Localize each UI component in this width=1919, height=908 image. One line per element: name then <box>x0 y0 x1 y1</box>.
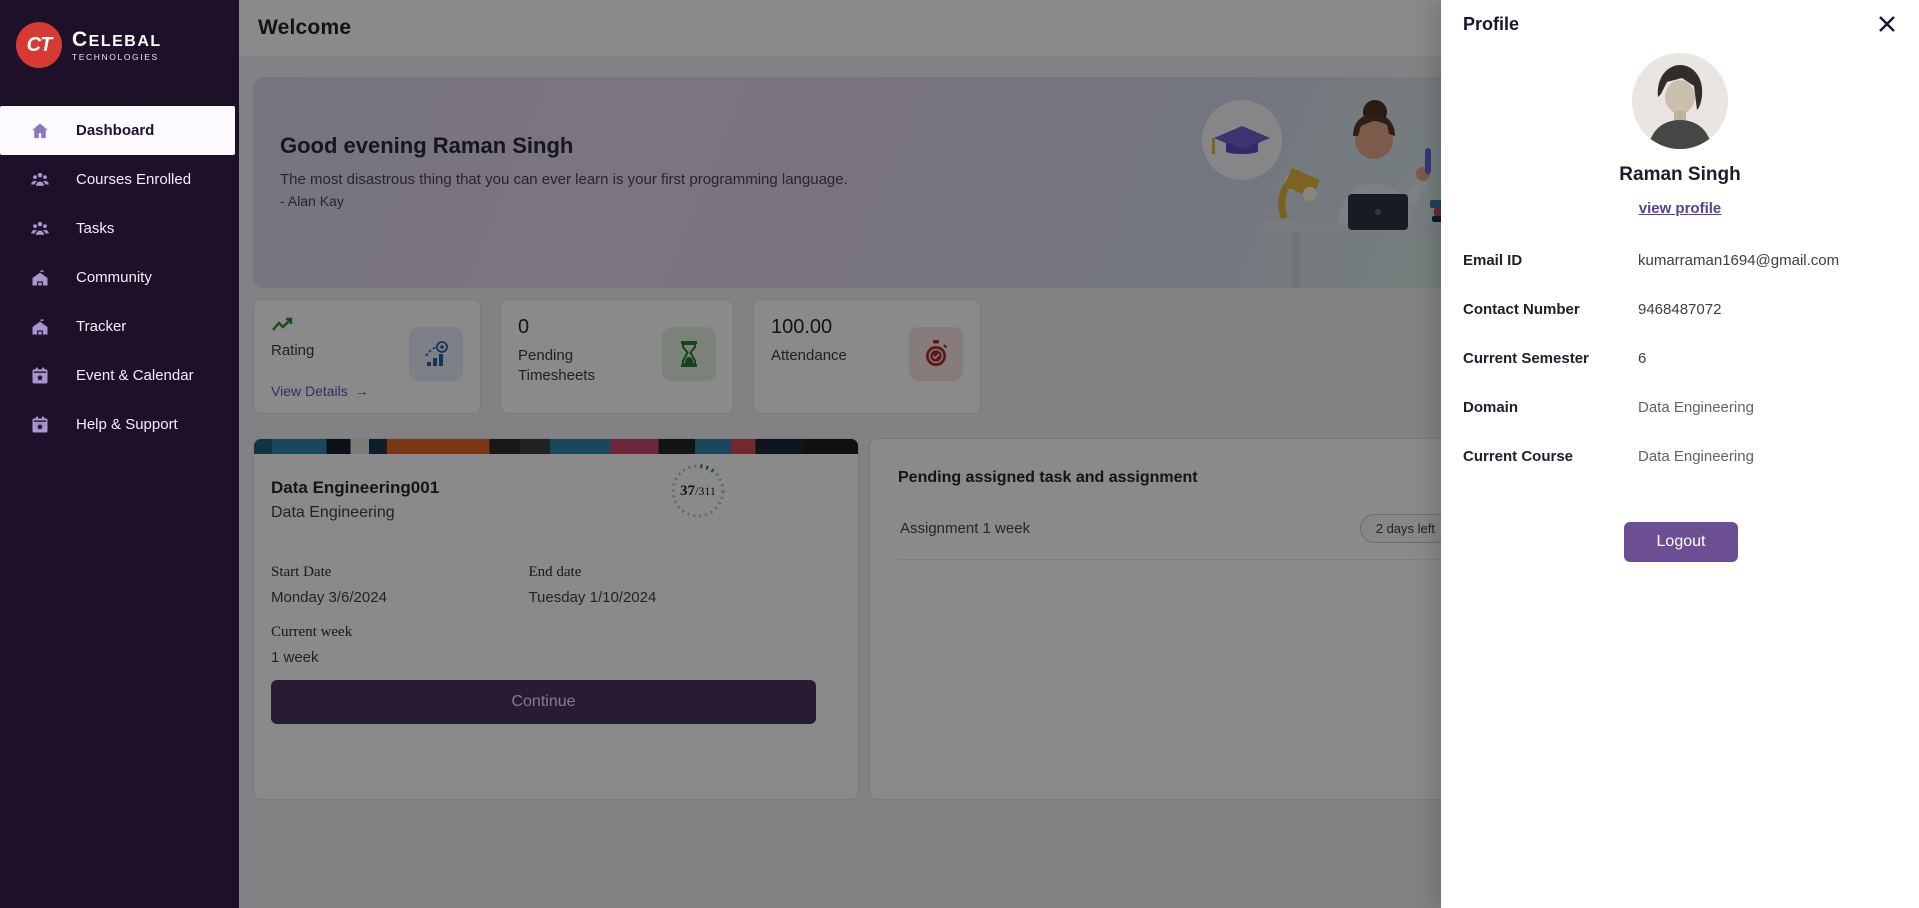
logout-button[interactable]: Logout <box>1624 522 1738 562</box>
sidebar-item-label: Event & Calendar <box>76 367 194 384</box>
sidebar-nav: Dashboard Courses Enrolled Tasks Communi… <box>0 106 239 449</box>
logo-initials: CT <box>26 33 53 56</box>
school-icon <box>30 317 50 337</box>
celebal-logo-icon: CT <box>16 22 62 68</box>
users-icon <box>30 219 50 239</box>
close-icon[interactable] <box>1875 12 1899 36</box>
profile-panel: Profile Raman Singh view profile Email I… <box>1441 0 1919 908</box>
profile-field-email: Email ID kumarraman1694@gmail.com <box>1463 252 1840 269</box>
calendar-star-icon <box>30 415 50 435</box>
profile-field-course: Current Course Data Engineering <box>1463 448 1754 465</box>
profile-name: Raman Singh <box>1619 164 1741 185</box>
profile-field-contact: Contact Number 9468487072 <box>1463 301 1722 318</box>
sidebar-item-help-support[interactable]: Help & Support <box>0 400 235 449</box>
avatar <box>1632 53 1728 149</box>
profile-fields: Email ID kumarraman1694@gmail.com Contac… <box>1463 252 1897 497</box>
sidebar-item-label: Dashboard <box>76 122 155 139</box>
sidebar-item-label: Courses Enrolled <box>76 171 192 188</box>
brand-subname: TECHNOLOGIES <box>72 51 159 62</box>
brand-logo: CT CELEBAL TECHNOLOGIES <box>0 0 239 88</box>
profile-field-semester: Current Semester 6 <box>1463 350 1647 367</box>
home-icon <box>30 121 50 141</box>
school-icon <box>30 268 50 288</box>
sidebar-item-community[interactable]: Community <box>0 253 235 302</box>
sidebar-item-label: Help & Support <box>76 416 178 433</box>
sidebar-item-dashboard[interactable]: Dashboard <box>0 106 235 155</box>
sidebar-item-label: Tracker <box>76 318 127 335</box>
brand-name: CELEBAL <box>72 27 162 51</box>
sidebar-item-tracker[interactable]: Tracker <box>0 302 235 351</box>
calendar-star-icon <box>30 366 50 386</box>
sidebar-item-event-calendar[interactable]: Event & Calendar <box>0 351 235 400</box>
profile-panel-title: Profile <box>1463 14 1520 34</box>
profile-field-domain: Domain Data Engineering <box>1463 399 1754 416</box>
sidebar-item-label: Tasks <box>76 220 115 237</box>
view-profile-link[interactable]: view profile <box>1639 200 1722 217</box>
app-window: CT CELEBAL TECHNOLOGIES Dashboard Course… <box>0 0 1919 908</box>
users-icon <box>30 170 50 190</box>
sidebar-item-label: Community <box>76 269 152 286</box>
sidebar-item-tasks[interactable]: Tasks <box>0 204 235 253</box>
sidebar-item-courses-enrolled[interactable]: Courses Enrolled <box>0 155 235 204</box>
sidebar: CT CELEBAL TECHNOLOGIES Dashboard Course… <box>0 0 239 908</box>
